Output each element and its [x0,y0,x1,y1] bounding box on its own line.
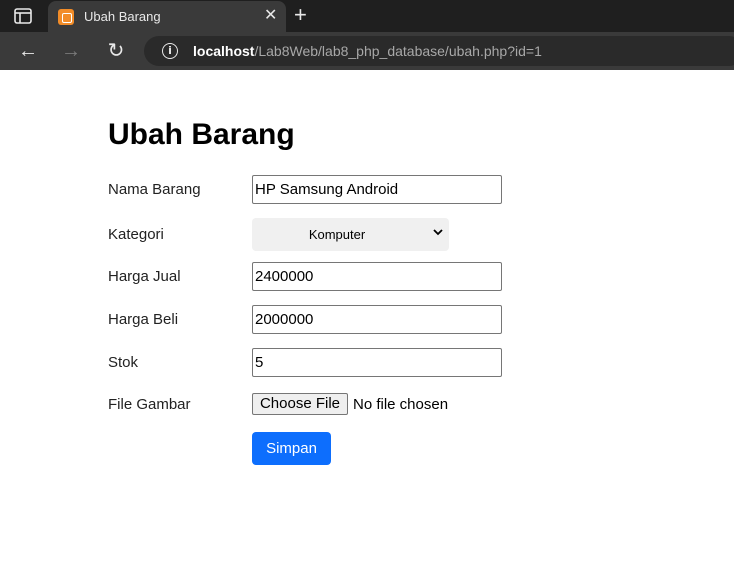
info-icon[interactable]: i [162,43,178,59]
kategori-label: Kategori [108,226,164,243]
nama-barang-label: Nama Barang [108,181,201,198]
simpan-button[interactable]: Simpan [252,432,331,465]
kategori-selected-value: Komputer [308,227,366,242]
kategori-select[interactable]: Komputer [252,218,449,251]
stok-input[interactable] [252,348,502,377]
harga-jual-input[interactable] [252,262,502,291]
harga-jual-label: Harga Jual [108,268,181,285]
file-status-text: No file chosen [353,396,449,413]
chevron-down-icon [432,226,444,241]
browser-tab[interactable]: Ubah Barang ✕ [48,1,286,32]
tab-title: Ubah Barang [84,9,161,24]
file-gambar-label: File Gambar [108,396,191,413]
url-text[interactable]: localhost/Lab8Web/lab8_php_database/ubah… [193,43,542,59]
harga-beli-input[interactable] [252,305,502,334]
nama-barang-input[interactable] [252,175,502,204]
tab-actions-icon[interactable] [14,8,32,24]
url-host: localhost [193,43,255,59]
reload-icon[interactable]: ↻ [103,38,129,64]
forward-icon[interactable]: → [58,38,84,64]
browser-tab-bar: Ubah Barang ✕ + [0,0,734,32]
url-path: /Lab8Web/lab8_php_database/ubah.php?id=1 [254,43,542,59]
xampp-icon [58,9,74,25]
back-icon[interactable]: ← [15,38,41,64]
choose-file-button[interactable]: Choose File [252,393,348,415]
page-title: Ubah Barang [108,118,295,151]
address-bar[interactable]: i localhost/Lab8Web/lab8_php_database/ub… [144,36,734,66]
new-tab-icon[interactable]: + [294,3,307,27]
stok-label: Stok [108,354,139,371]
browser-toolbar: ← → ↻ i localhost/Lab8Web/lab8_php_datab… [0,32,734,70]
harga-beli-label: Harga Beli [108,311,179,328]
close-icon[interactable]: ✕ [264,7,277,25]
